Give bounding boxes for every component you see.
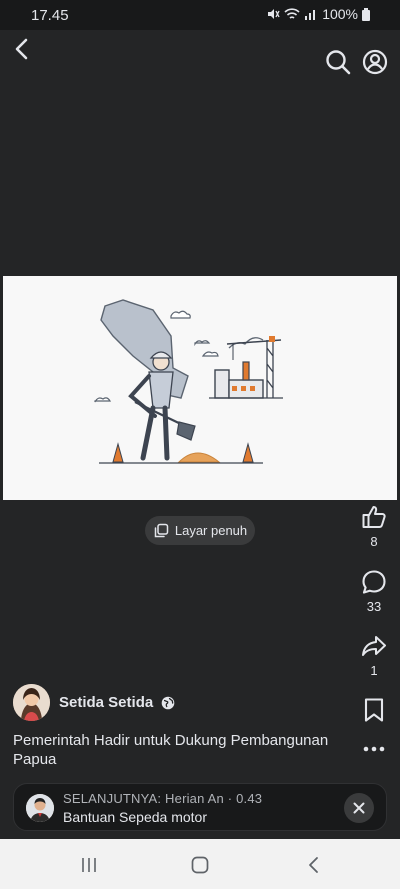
- fullscreen-icon: [154, 523, 169, 537]
- author-avatar[interactable]: [13, 684, 50, 721]
- status-time: 17.45: [31, 7, 69, 24]
- author-name[interactable]: Setida Setida: [59, 694, 153, 711]
- more-options-button[interactable]: [352, 741, 396, 757]
- like-button[interactable]: 8: [352, 504, 396, 549]
- chevron-left-icon: [15, 38, 28, 60]
- next-avatar-image: [26, 794, 54, 822]
- search-button[interactable]: [324, 48, 352, 76]
- close-icon: [353, 802, 365, 814]
- close-next-button[interactable]: [344, 793, 374, 823]
- recent-apps-button[interactable]: [78, 855, 100, 875]
- bookmark-icon: [364, 698, 384, 722]
- globe-icon: [161, 696, 175, 709]
- share-icon: [362, 636, 386, 656]
- mute-icon: [268, 9, 280, 19]
- fullscreen-label: Layar penuh: [174, 523, 248, 538]
- search-icon: [326, 50, 351, 75]
- comment-button[interactable]: 33: [352, 569, 396, 614]
- thumbs-up-icon: [362, 506, 386, 528]
- signal-icon: [305, 10, 316, 20]
- user-circle-icon: [362, 49, 388, 75]
- author-row: Setida Setida: [59, 694, 175, 711]
- back-button[interactable]: [8, 36, 34, 62]
- system-nav-bar: [0, 839, 400, 889]
- share-button[interactable]: 1: [352, 633, 396, 678]
- fullscreen-button[interactable]: Layar penuh: [145, 516, 255, 545]
- recent-apps-icon: [82, 858, 96, 872]
- avatar-image: [13, 684, 50, 721]
- comment-count: 33: [366, 599, 382, 614]
- post-caption: Pemerintah Hadir untuk Dukung Pembanguna…: [13, 732, 329, 768]
- battery-percent: 100%: [322, 6, 358, 22]
- home-icon: [191, 856, 209, 874]
- next-up-label: SELANJUTNYA: Herian An · 0.43: [63, 791, 263, 806]
- video-player[interactable]: [3, 276, 397, 500]
- wifi-icon: [284, 7, 300, 19]
- status-bar: 17.45 100%: [0, 0, 400, 30]
- share-count: 1: [370, 663, 378, 678]
- next-avatar: [26, 794, 54, 822]
- comment-icon: [362, 570, 386, 594]
- next-up-title: Bantuan Sepeda motor: [63, 809, 207, 825]
- profile-button[interactable]: [361, 48, 389, 76]
- next-video-card[interactable]: SELANJUTNYA: Herian An · 0.43 Bantuan Se…: [13, 783, 387, 831]
- battery-icon: [362, 7, 370, 21]
- top-bar: [0, 30, 400, 90]
- status-icons: 100%: [266, 6, 370, 22]
- video-frame-illustration: [3, 276, 397, 500]
- back-arrow-icon: [309, 857, 318, 873]
- system-back-button[interactable]: [303, 854, 323, 876]
- home-button[interactable]: [189, 854, 211, 876]
- like-count: 8: [370, 534, 378, 549]
- save-button[interactable]: [352, 697, 396, 723]
- more-horizontal-icon: [363, 746, 385, 752]
